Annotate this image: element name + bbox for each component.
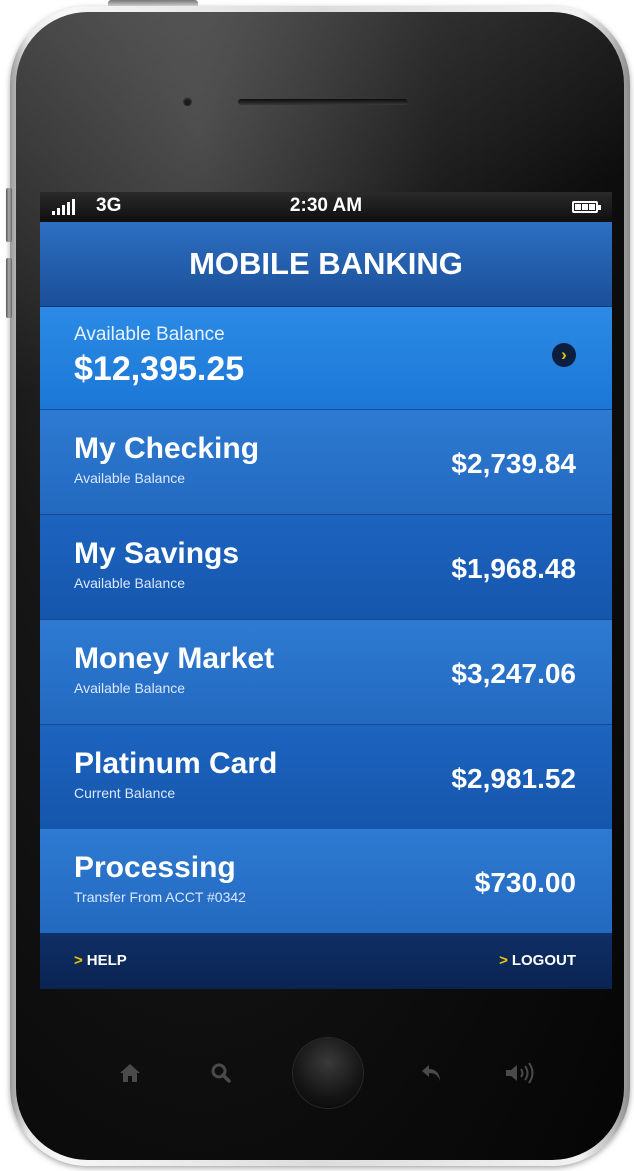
front-camera: [183, 97, 192, 106]
logout-link[interactable]: > LOGOUT: [499, 952, 576, 969]
page-title: MOBILE BANKING: [189, 246, 463, 281]
chevron-right-icon: >: [499, 952, 508, 969]
home-icon[interactable]: [118, 1062, 142, 1084]
account-subtitle: Transfer From ACCT #0342: [74, 889, 246, 905]
app-header: MOBILE BANKING: [40, 222, 612, 307]
account-name: My Checking: [74, 432, 260, 465]
battery-icon: [572, 201, 601, 213]
account-row-checking[interactable]: My Checking Available Balance $2,739.84: [40, 410, 612, 515]
help-label: HELP: [86, 952, 127, 969]
balance-value: $12,395.25: [74, 350, 245, 388]
account-name: Money Market: [74, 642, 275, 675]
account-name: Platinum Card: [74, 747, 278, 780]
account-amount: $3,247.06: [451, 658, 576, 689]
search-icon[interactable]: [210, 1062, 232, 1084]
account-subtitle: Available Balance: [74, 680, 186, 696]
help-link[interactable]: > HELP: [74, 952, 127, 969]
account-row-platinum-card[interactable]: Platinum Card Current Balance $2,981.52: [40, 725, 612, 830]
footer-bar: > HELP > LOGOUT: [40, 933, 612, 989]
account-name: My Savings: [74, 537, 240, 570]
available-balance-banner[interactable]: Available Balance $12,395.25 ›: [40, 307, 612, 410]
home-button[interactable]: [293, 1038, 363, 1108]
account-amount: $2,739.84: [451, 448, 576, 479]
status-time: 2:30 AM: [289, 195, 363, 216]
account-row-processing[interactable]: Processing Transfer From ACCT #0342 $730…: [40, 829, 612, 934]
account-amount: $1,968.48: [451, 553, 576, 584]
account-subtitle: Available Balance: [74, 575, 186, 591]
volume-button: [6, 258, 12, 318]
account-row-savings[interactable]: My Savings Available Balance $1,968.48: [40, 515, 612, 620]
back-icon[interactable]: [420, 1062, 444, 1084]
earpiece-speaker: [238, 99, 408, 105]
account-amount: $730.00: [474, 867, 576, 898]
account-amount: $2,981.52: [451, 763, 576, 794]
volume-icon[interactable]: [504, 1062, 538, 1084]
account-row-money-market[interactable]: Money Market Available Balance $3,247.06: [40, 620, 612, 725]
power-button: [108, 0, 198, 6]
account-name: Processing: [74, 851, 236, 884]
chevron-right-icon: >: [74, 952, 83, 969]
phone-screen: 3G 2:30 AM MOBILE BANKING Available Bala…: [40, 192, 612, 989]
status-bar: 3G 2:30 AM: [40, 192, 612, 222]
logout-label: LOGOUT: [511, 952, 576, 969]
account-subtitle: Available Balance: [74, 470, 186, 486]
balance-label: Available Balance: [74, 324, 225, 345]
mute-switch: [6, 188, 12, 242]
chevron-right-icon[interactable]: ›: [552, 343, 576, 367]
account-subtitle: Current Balance: [74, 785, 176, 801]
